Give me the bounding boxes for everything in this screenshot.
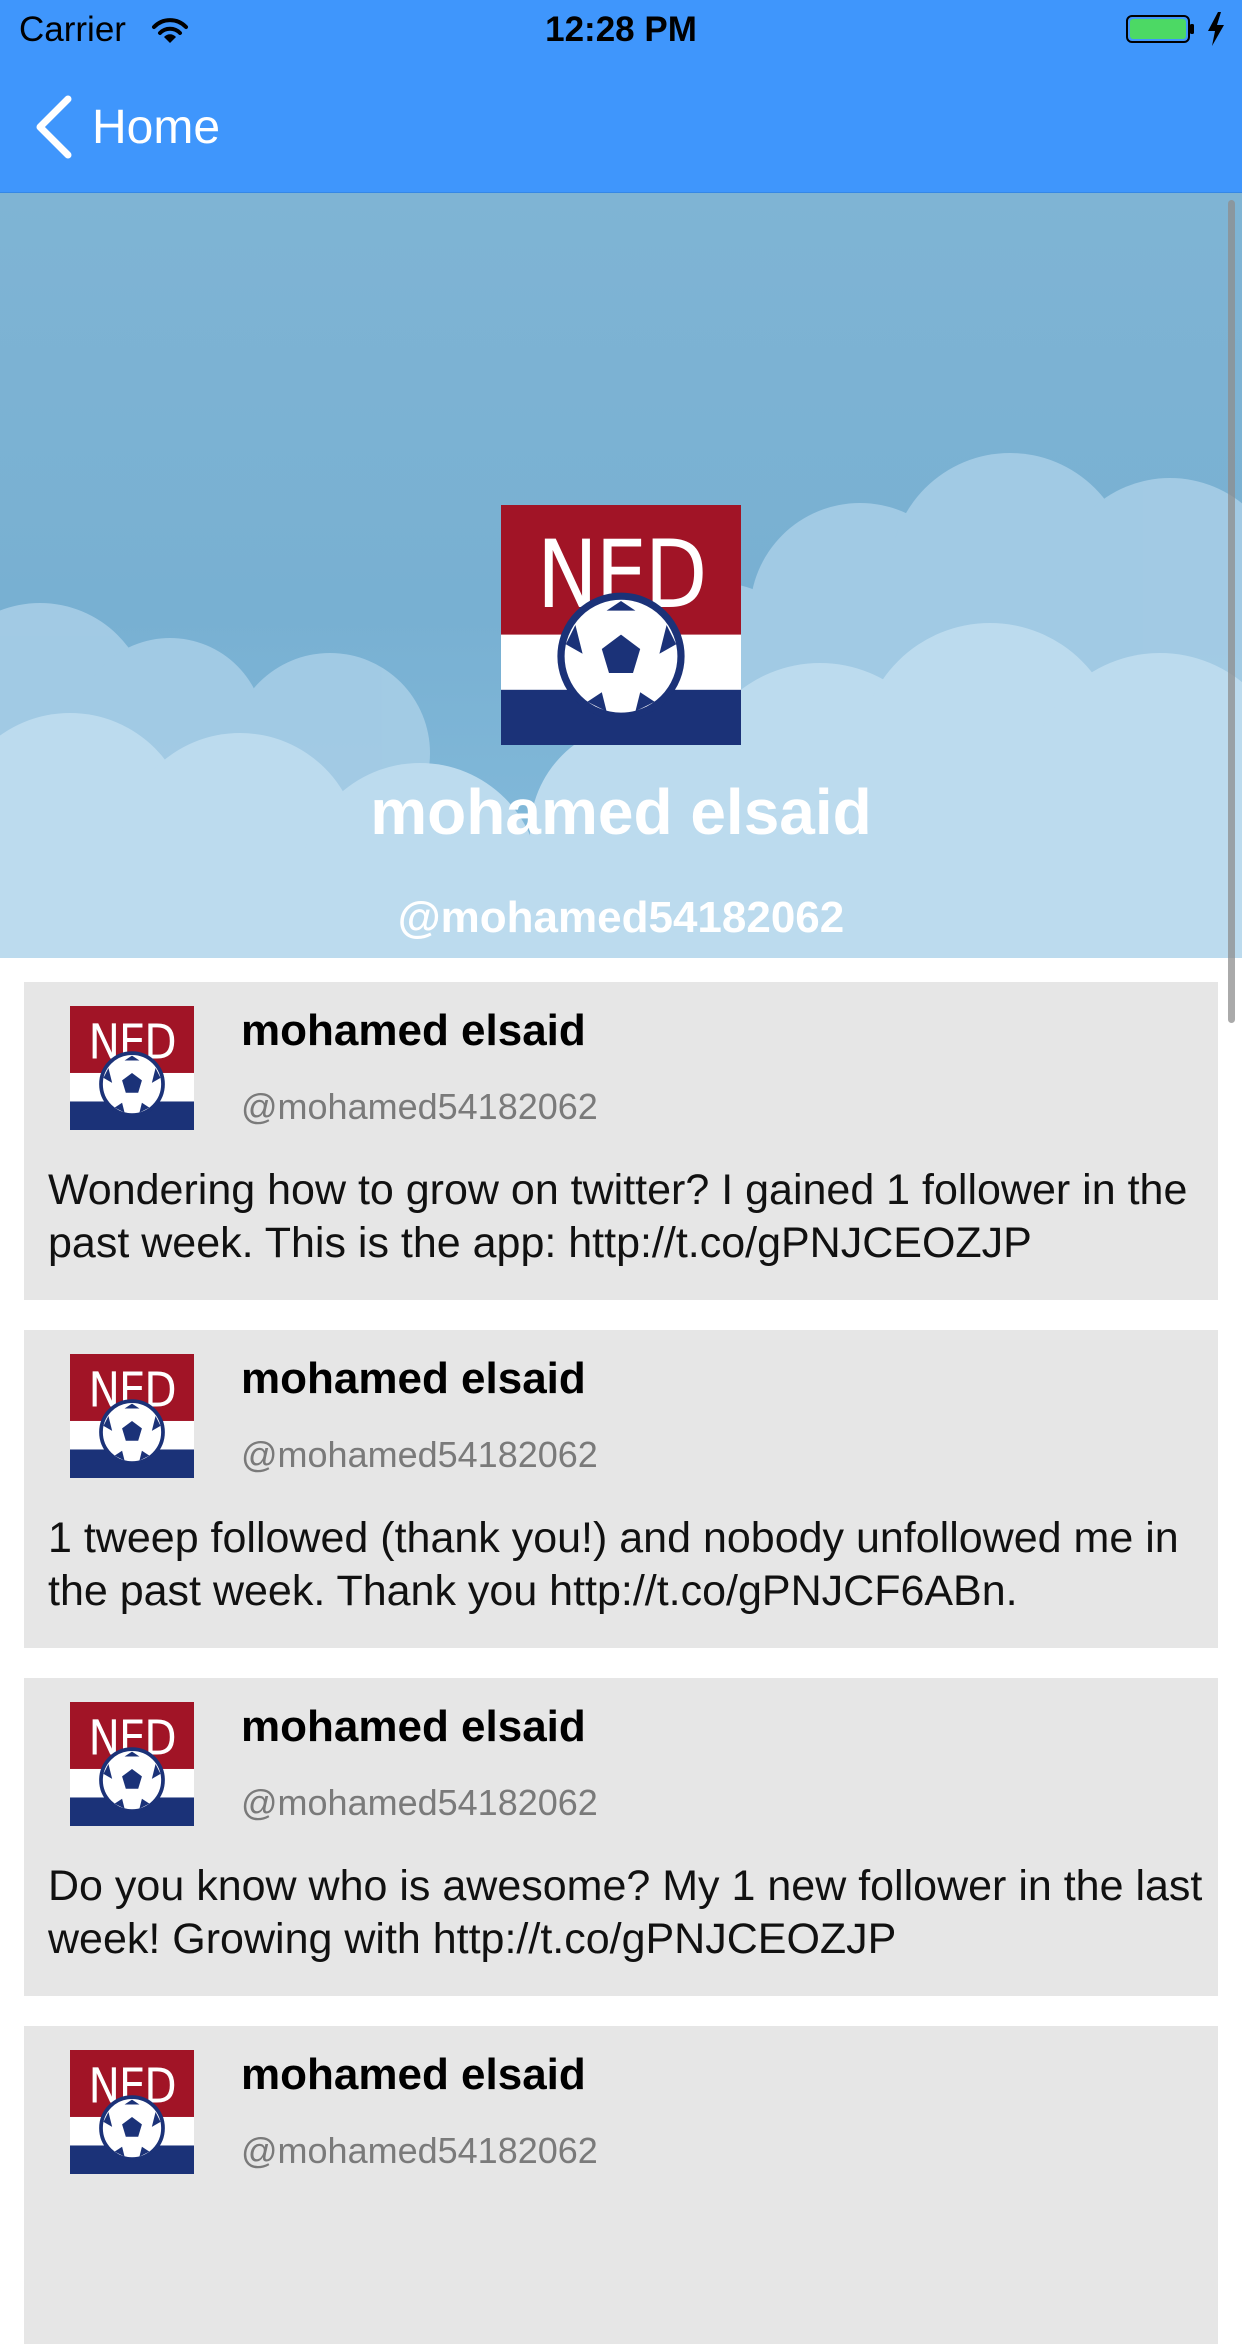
tweet-card[interactable]: mohamed elsaid @mohamed54182062 Do you k… [24,1678,1218,1996]
profile-avatar[interactable] [501,505,741,745]
tweet-text: Do you know who is awesome? My 1 new fol… [48,1862,1203,1963]
tweet-author-handle: @mohamed54182062 [241,1086,598,1127]
tweet-text: 1 tweep followed (thank you!) and nobody… [48,1514,1179,1615]
tweet-author-handle: @mohamed54182062 [241,1434,598,1475]
tweet-card[interactable]: mohamed elsaid @mohamed54182062 1 tweep … [24,1330,1218,1648]
navigation-bar: Home [0,60,1242,194]
tweet-avatar[interactable] [70,1702,194,1826]
tweet-avatar[interactable] [70,1006,194,1130]
tweet-author-name: mohamed elsaid [241,1702,586,1751]
back-chevron-icon [36,95,72,159]
charging-bolt-icon [1208,12,1224,46]
tweet-text: Wondering how to grow on twitter? I gain… [48,1166,1188,1267]
back-button-label: Home [92,100,221,154]
tweet-avatar[interactable] [70,2050,194,2174]
tweet-author-handle: @mohamed54182062 [241,1782,598,1823]
tweet-card[interactable]: mohamed elsaid @mohamed54182062 Wonderin… [24,982,1218,1300]
tweet-author-name: mohamed elsaid [241,1006,586,1055]
profile-name: mohamed elsaid [370,776,872,848]
tweet-author-handle: @mohamed54182062 [241,2130,598,2171]
back-button[interactable]: Home [34,92,220,162]
tweet-author-name: mohamed elsaid [241,2050,586,2099]
tweet-card[interactable]: mohamed elsaid @mohamed54182062 [24,2026,1218,2344]
tweet-author-name: mohamed elsaid [241,1354,586,1403]
profile-handle: @mohamed54182062 [397,893,845,942]
battery-icon [1126,15,1194,43]
status-time: 12:28 PM [545,10,697,49]
status-bar: Carrier 12:28 PM [0,0,1242,60]
scroll-indicator[interactable] [1228,200,1235,1023]
tweet-avatar[interactable] [70,1354,194,1478]
profile-banner: mohamed elsaid @mohamed54182062 [0,193,1242,958]
